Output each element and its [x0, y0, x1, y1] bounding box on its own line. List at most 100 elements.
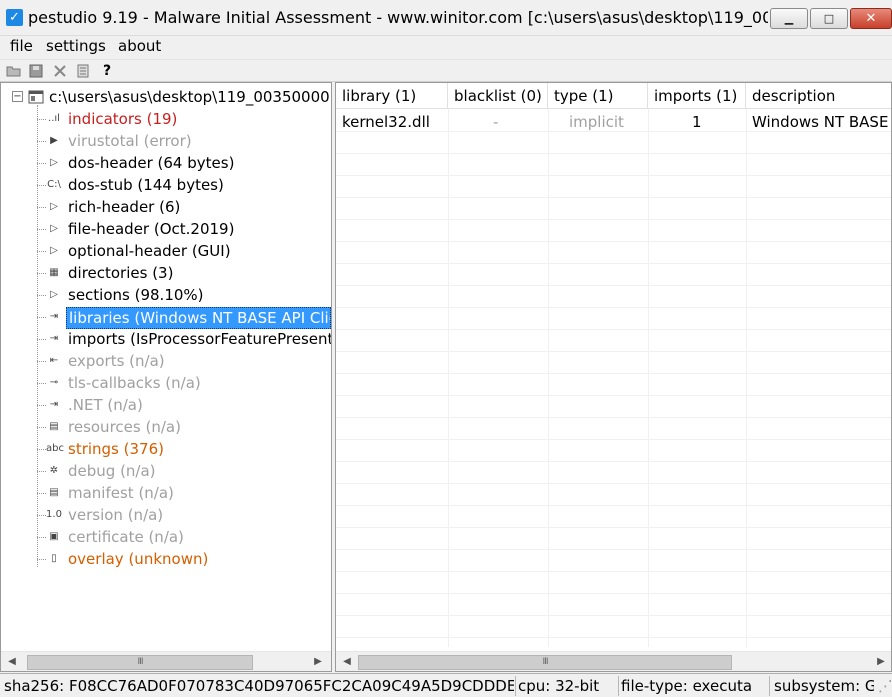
tree-item[interactable]: ▷ file-header (Oct.2019)	[1, 218, 331, 240]
tree-item[interactable]: ✲ debug (n/a)	[1, 460, 331, 482]
collapse-toggle-icon[interactable]: −	[12, 91, 23, 102]
grid-row-line	[336, 593, 891, 594]
tree-item[interactable]: ⇥ imports (IsProcessorFeaturePresent)	[1, 328, 331, 350]
exports-icon: ⇤	[49, 355, 59, 366]
tree-item[interactable]: ⇥ .NET (n/a)	[1, 394, 331, 416]
tree-root[interactable]: − c:\users\asus\desktop\119_00350000.b	[1, 86, 331, 108]
resize-grip-icon: ⋰	[878, 677, 892, 695]
tree-item[interactable]: ⇥ libraries (Windows NT BASE API Client	[1, 306, 331, 329]
tree-item-label: resources (n/a)	[68, 418, 181, 436]
tree-item[interactable]: ⊸ tls-callbacks (n/a)	[1, 372, 331, 394]
menu-settings[interactable]: settings	[46, 37, 106, 55]
tree-connector	[37, 471, 46, 472]
key-icon: ⊸	[49, 377, 59, 388]
scroll-right-icon[interactable]: ▶	[311, 654, 325, 670]
directories-grid-icon: ▦	[49, 267, 59, 278]
help-icon[interactable]: ?	[99, 63, 115, 79]
grid-body: kernel32.dll - implicit 1 Windows NT BAS…	[336, 109, 891, 647]
status-separator	[769, 676, 770, 696]
menu-bar: file settings about	[0, 36, 892, 58]
library-icon: ⇥	[49, 311, 59, 322]
document-icon: ▯	[51, 553, 57, 564]
tree-item[interactable]: ▶ virustotal (error)	[1, 130, 331, 152]
tree-item[interactable]: ▷ optional-header (GUI)	[1, 240, 331, 262]
tree-connector	[37, 295, 46, 296]
libraries-grid[interactable]: library (1) blacklist (0) type (1) impor…	[335, 82, 892, 672]
grid-row-line	[336, 351, 891, 352]
grid-row-line	[336, 219, 891, 220]
tree-item[interactable]: ▷ sections (98.10%)	[1, 284, 331, 306]
tree-item-label: exports (n/a)	[68, 352, 165, 370]
grid-column-line	[448, 109, 449, 647]
tree-item[interactable]: ▣ certificate (n/a)	[1, 526, 331, 548]
tree-item-label: tls-callbacks (n/a)	[68, 374, 201, 392]
status-sha256: sha256: F08CC76AD0F070783C40D97065FC2CA0…	[4, 677, 514, 695]
report-icon[interactable]	[75, 63, 91, 79]
expand-arrow-icon: ▷	[50, 201, 58, 212]
cell-blacklist: -	[493, 113, 499, 131]
tree-horizontal-scrollbar[interactable]: ◀ III ▶	[1, 651, 331, 671]
tree-panel[interactable]: − c:\users\asus\desktop\119_00350000.b .…	[0, 82, 332, 672]
status-file-type: file-type: executable	[621, 677, 751, 695]
cell-description: Windows NT BASE API Client	[752, 113, 891, 131]
expand-arrow-icon: ▷	[50, 223, 58, 234]
grid-row-line	[336, 483, 891, 484]
menu-file[interactable]: file	[10, 37, 33, 55]
tree-root-label: c:\users\asus\desktop\119_00350000.b	[49, 88, 332, 106]
grid-scroll-right-icon[interactable]: ▶	[874, 654, 888, 670]
tree-connector	[37, 427, 46, 428]
save-icon[interactable]	[28, 63, 44, 79]
menu-about[interactable]: about	[118, 37, 161, 55]
console-icon: C:\	[47, 179, 61, 190]
clear-icon[interactable]	[52, 63, 68, 79]
grid-row-line	[336, 417, 891, 418]
column-header-blacklist[interactable]: blacklist (0)	[448, 83, 548, 109]
grid-row-line	[336, 461, 891, 462]
tree-connector	[37, 251, 46, 252]
open-folder-icon[interactable]	[6, 63, 22, 79]
tree-item[interactable]: C:\ dos-stub (144 bytes)	[1, 174, 331, 196]
tree-item[interactable]: ▯ overlay (unknown)	[1, 548, 331, 570]
column-header-description[interactable]: description	[746, 83, 891, 109]
tree-connector	[37, 405, 46, 406]
minimize-button[interactable]: ▁	[770, 8, 808, 29]
tree-item-label: overlay (unknown)	[68, 550, 209, 568]
tree-item-label: indicators (19)	[68, 110, 178, 128]
status-separator	[515, 676, 516, 696]
column-header-type[interactable]: type (1)	[548, 83, 648, 109]
tree-item-label: file-header (Oct.2019)	[68, 220, 235, 238]
tree-item[interactable]: ▤ manifest (n/a)	[1, 482, 331, 504]
tree-item[interactable]: ..ıl indicators (19)	[1, 108, 331, 130]
indicators-chart-icon: ..ıl	[48, 113, 60, 124]
grid-horizontal-scrollbar[interactable]: ◀ III ▶	[336, 651, 891, 671]
scroll-grip: III	[137, 657, 144, 667]
column-header-imports[interactable]: imports (1)	[648, 83, 746, 109]
grid-header: library (1) blacklist (0) type (1) impor…	[336, 83, 891, 109]
grid-row-line	[336, 571, 891, 572]
table-row[interactable]: kernel32.dll - implicit 1 Windows NT BAS…	[336, 109, 891, 131]
bug-icon: ✲	[49, 465, 59, 476]
close-button[interactable]: ✕	[850, 8, 892, 29]
tree-connector	[37, 493, 46, 494]
tree-connector	[37, 339, 46, 340]
tree-item[interactable]: ▤ resources (n/a)	[1, 416, 331, 438]
window-title: pestudio 9.19 - Malware Initial Assessme…	[28, 8, 768, 27]
column-header-library[interactable]: library (1)	[336, 83, 448, 109]
tree-item[interactable]: ▦ directories (3)	[1, 262, 331, 284]
tree-item-label: manifest (n/a)	[68, 484, 174, 502]
scroll-thumb[interactable]: III	[27, 655, 253, 670]
tree-item[interactable]: ▷ rich-header (6)	[1, 196, 331, 218]
grid-scroll-thumb[interactable]: III	[358, 655, 732, 670]
grid-row-line	[336, 329, 891, 330]
imports-icon: ⇥	[49, 333, 59, 344]
tree-item[interactable]: abc strings (376)	[1, 438, 331, 460]
maximize-button[interactable]: □	[810, 8, 848, 29]
tree-item[interactable]: ⇤ exports (n/a)	[1, 350, 331, 372]
tree-item[interactable]: ▷ dos-header (64 bytes)	[1, 152, 331, 174]
scroll-left-icon[interactable]: ◀	[5, 654, 19, 670]
grid-scroll-left-icon[interactable]: ◀	[340, 654, 354, 670]
tree-item-label: libraries (Windows NT BASE API Client	[66, 307, 331, 329]
grid-row-line	[336, 505, 891, 506]
tree-item-label: dos-stub (144 bytes)	[68, 176, 224, 194]
tree-item[interactable]: 1.0 version (n/a)	[1, 504, 331, 526]
